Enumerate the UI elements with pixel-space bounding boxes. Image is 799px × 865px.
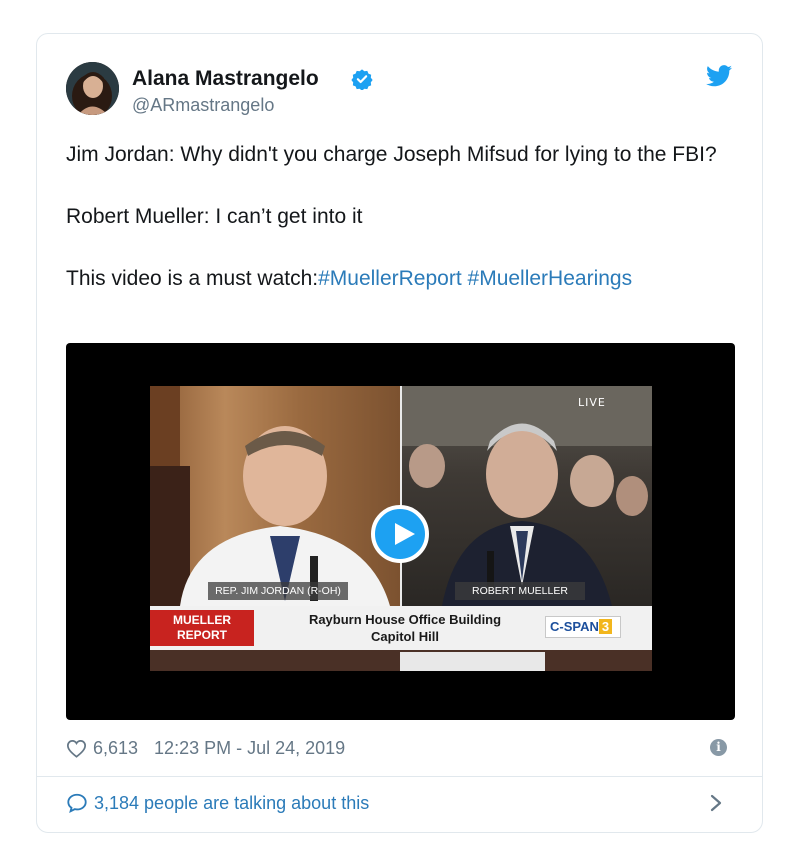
tweet-line-question: Jim Jordan: Why didn't you charge Joseph… [66,143,717,166]
author-handle[interactable]: @ARmastrangelo [132,95,274,116]
banner-red-line1: MUELLER [173,613,231,627]
tweet-line-cta: This video is a must watch:#MuellerRepor… [66,263,741,294]
video-player[interactable]: LIVE REP. JIM JORDAN (R-OH) ROBERT MUELL… [66,343,735,720]
banner-location: Rayburn House Office Building Capitol Hi… [290,611,520,645]
banner-red-line2: REPORT [176,628,227,642]
network-logo: C-SPAN 3 [545,616,621,638]
network-logo-text: C-SPAN [550,619,599,634]
banner-location-line2: Capitol Hill [371,629,439,644]
avatar[interactable] [66,62,119,115]
conversation-count-text[interactable]: 3,184 people are talking about this [94,793,369,814]
play-button[interactable] [371,505,429,563]
lower-third-right: ROBERT MUELLER [455,582,585,600]
divider [37,776,762,777]
info-icon[interactable]: i [710,739,727,756]
like-count[interactable]: 6,613 [93,738,138,759]
heart-icon[interactable] [66,739,87,758]
news-banner: MUELLER REPORT Rayburn House Office Buil… [150,606,652,650]
play-icon [395,523,415,545]
speech-bubble-icon [67,793,87,813]
tweet-cta-text: This video is a must watch: [66,267,319,290]
author-name[interactable]: Alana Mastrangelo [132,67,319,91]
network-logo-suffix: 3 [598,619,613,634]
lower-third-left: REP. JIM JORDAN (R-OH) [208,582,348,600]
banner-red-box: MUELLER REPORT [150,610,254,646]
live-label: LIVE [578,396,606,409]
tweet-line-answer: Robert Mueller: I can’t get into it [66,205,363,228]
tweet-text: Jim Jordan: Why didn't you charge Joseph… [66,139,741,294]
tweet-timestamp[interactable]: 12:23 PM - Jul 24, 2019 [154,738,345,759]
tweet-meta: 6,613 12:23 PM - Jul 24, 2019 [66,736,345,760]
chevron-right-icon[interactable] [709,791,723,815]
video-left-pane [150,386,400,606]
verified-badge-icon [351,69,373,90]
video-bottom-strip [150,650,652,671]
banner-location-line1: Rayburn House Office Building [308,612,502,627]
video-right-pane [402,386,652,606]
hashtag-mueller-report[interactable]: #MuellerReport [318,267,462,290]
conversation-link[interactable]: 3,184 people are talking about this [66,792,369,814]
hashtag-mueller-hearings[interactable]: #MuellerHearings [468,267,633,290]
tweet-card: Alana Mastrangelo @ARmastrangelo Jim Jor… [36,33,763,833]
twitter-bird-icon[interactable] [706,65,732,87]
